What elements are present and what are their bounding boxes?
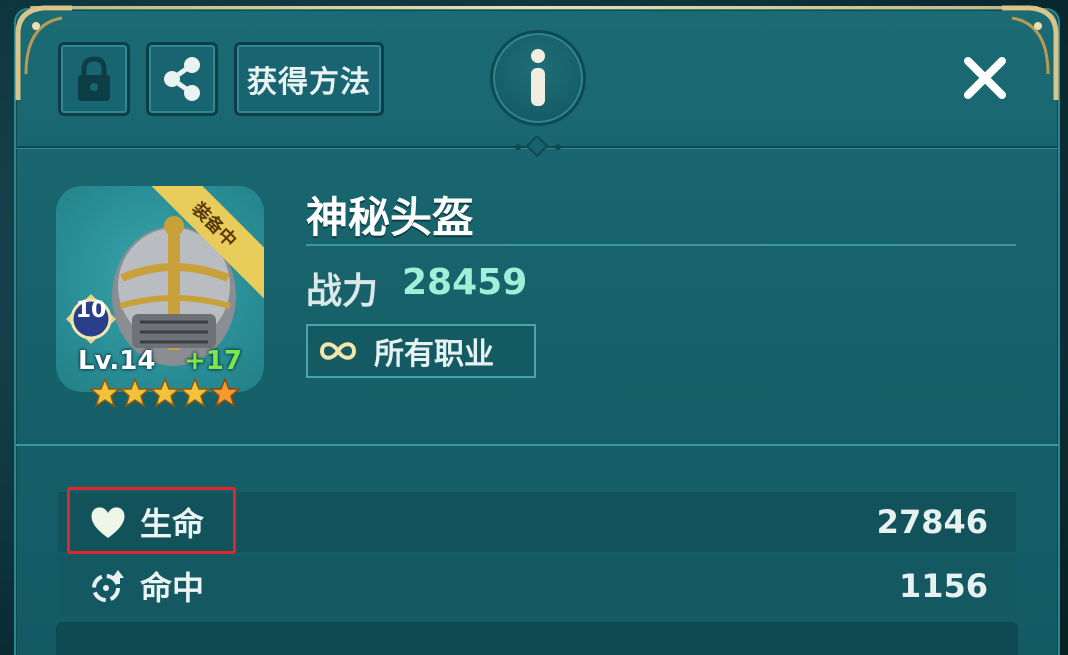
star-icon [210, 378, 240, 408]
share-button[interactable] [146, 42, 218, 116]
stat-label: 生命 [140, 505, 205, 543]
star-icon [180, 378, 210, 408]
lock-button[interactable] [58, 42, 130, 116]
stat-label: 命中 [140, 569, 205, 607]
stat-row: 生命 27846 [58, 492, 1016, 552]
info-icon [531, 49, 545, 106]
stat-value: 27846 [876, 503, 988, 541]
name-divider [306, 244, 1016, 246]
close-button[interactable] [955, 48, 1015, 108]
item-name: 神秘头盔 [306, 193, 475, 242]
crosshair-arrow-icon [92, 570, 124, 602]
diamond-ornament-icon [515, 136, 561, 158]
panel-top-trim [30, 6, 1038, 9]
item-level: Lv.14 [78, 346, 156, 376]
obtain-method-button[interactable]: 获得方法 [234, 42, 384, 116]
share-icon [164, 57, 200, 101]
next-stat-row [56, 622, 1018, 655]
stat-row: 命中 1156 [58, 556, 1016, 616]
power-label: 战力 [306, 271, 379, 312]
stat-value: 1156 [898, 567, 988, 605]
section-divider [16, 444, 1058, 446]
star-rating [90, 378, 240, 408]
close-icon [964, 57, 1006, 99]
power-value: 28459 [402, 262, 528, 303]
info-button[interactable] [490, 30, 586, 126]
refine-level: 10 [75, 298, 107, 323]
star-icon [150, 378, 180, 408]
enhance-level: +17 [184, 346, 242, 376]
obtain-method-label: 获得方法 [247, 65, 371, 100]
star-icon [120, 378, 150, 408]
lock-icon [78, 56, 110, 101]
class-restriction-tag: 所有职业 [306, 324, 536, 378]
heart-icon [91, 507, 125, 538]
class-restriction-label: 所有职业 [374, 337, 494, 372]
star-icon [90, 378, 120, 408]
infinity-icon [320, 342, 356, 360]
